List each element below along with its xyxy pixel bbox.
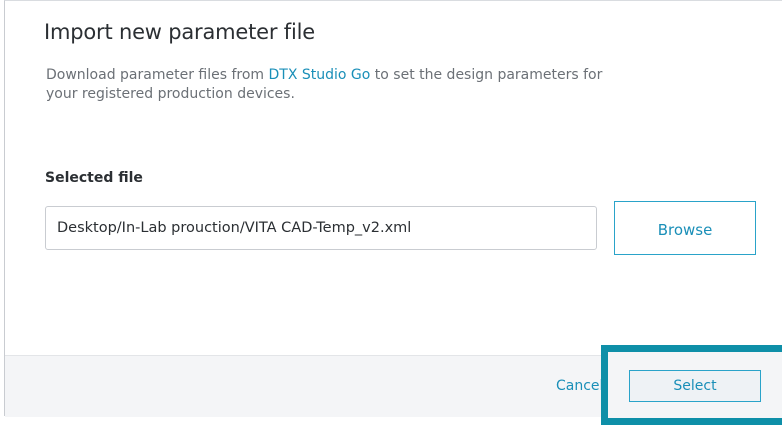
import-parameter-dialog: Import new parameter file Download param… xyxy=(4,0,782,425)
selected-file-input[interactable] xyxy=(45,206,597,250)
description-text-prefix: Download parameter files from xyxy=(46,67,269,83)
selected-file-label: Selected file xyxy=(45,170,143,186)
browse-button[interactable]: Browse xyxy=(614,201,756,255)
cancel-button[interactable]: Cancel xyxy=(556,378,603,394)
select-button[interactable]: Select xyxy=(629,370,761,402)
dtx-studio-go-link[interactable]: DTX Studio Go xyxy=(269,67,371,83)
dialog-title: Import new parameter file xyxy=(44,20,315,44)
dialog-description: Download parameter files from DTX Studio… xyxy=(46,66,606,104)
